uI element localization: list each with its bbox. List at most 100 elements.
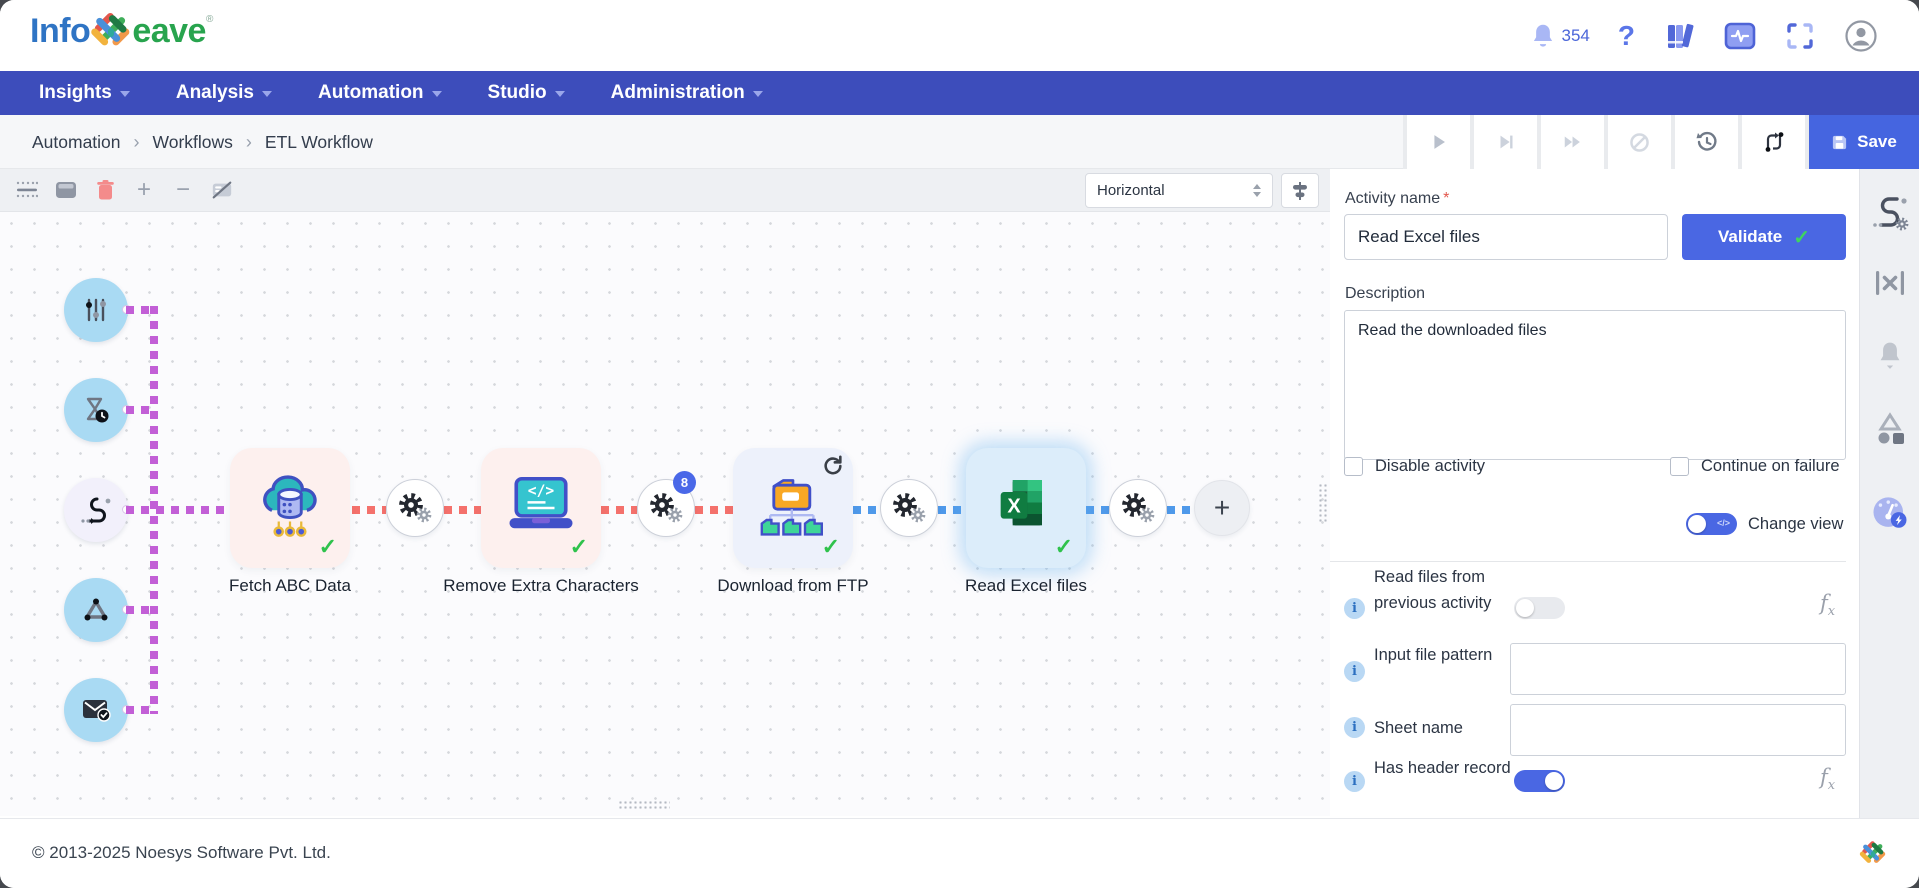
connector-settings-4[interactable]: [1109, 479, 1167, 537]
run-history-button[interactable]: [1675, 115, 1738, 169]
snap-to-grid-button[interactable]: [16, 179, 38, 201]
clear-activity-button[interactable]: [1870, 263, 1910, 303]
nav-automation[interactable]: Automation: [318, 82, 442, 104]
compare-versions-button[interactable]: [1742, 115, 1805, 169]
canvas-scroll-handle[interactable]: [618, 800, 670, 811]
disable-activity-label: Disable activity: [1375, 457, 1485, 476]
nav-analysis[interactable]: Analysis: [176, 82, 272, 104]
info-icon[interactable]: i: [1344, 771, 1365, 792]
breadcrumb-row: Automation › Workflows › ETL Workflow: [0, 115, 1919, 169]
nav-insights[interactable]: Insights: [39, 82, 130, 104]
crumb-workflows[interactable]: Workflows: [153, 132, 233, 153]
activity-notifications-button[interactable]: [1870, 337, 1910, 377]
system-status-icon[interactable]: [1723, 21, 1757, 51]
valid-check-icon: ✓: [570, 534, 588, 560]
node-download-from-ftp[interactable]: ✓: [733, 448, 853, 568]
cloud-database-icon: [254, 472, 326, 544]
cancel-run-button[interactable]: [1608, 115, 1671, 169]
continue-on-failure-checkbox[interactable]: [1670, 457, 1689, 476]
notifications-button[interactable]: 354: [1528, 21, 1590, 51]
has-header-record-toggle[interactable]: [1514, 770, 1565, 792]
main-nav: Insights Analysis Automation Studio Admi…: [0, 71, 1919, 115]
valid-check-icon: ✓: [319, 534, 337, 560]
validate-button[interactable]: Validate ✓: [1682, 214, 1846, 260]
preview-off-icon: [211, 180, 233, 200]
node-remove-extra-characters[interactable]: </> ✓: [481, 448, 601, 568]
fx-formula-icon[interactable]: fx: [1820, 591, 1835, 619]
sheet-name-input[interactable]: [1510, 704, 1846, 756]
parameters-icon: [81, 295, 111, 325]
zoom-out-button[interactable]: −: [172, 179, 194, 201]
fx-formula-icon[interactable]: fx: [1820, 765, 1835, 793]
logo-text-info: Info: [30, 12, 90, 51]
read-files-previous-toggle[interactable]: [1514, 597, 1565, 619]
save-button[interactable]: Save: [1809, 115, 1919, 169]
connector-purple: [126, 706, 153, 714]
auto-arrange-button[interactable]: [1281, 173, 1319, 208]
run-button[interactable]: [1407, 115, 1470, 169]
activity-name-input[interactable]: [1344, 214, 1668, 260]
node-read-excel-files[interactable]: X ✓: [966, 448, 1086, 568]
infoweave-logo[interactable]: Info eave ®: [30, 12, 213, 56]
connector-settings-1[interactable]: [386, 479, 444, 537]
logo-text-eave: eave: [132, 12, 206, 51]
connector-settings-3[interactable]: [880, 479, 938, 537]
palette-workflow-notifications[interactable]: [64, 678, 128, 742]
workflow-settings-button[interactable]: [1870, 193, 1910, 233]
orientation-select[interactable]: Horizontal: [1085, 173, 1273, 208]
workspace: + − Horizontal: [0, 169, 1919, 818]
hide-preview-button[interactable]: [211, 179, 233, 201]
connector-settings-2[interactable]: 8: [637, 479, 695, 537]
shapes-icon: [1873, 412, 1907, 446]
workflow-canvas[interactable]: ✓ Fetch ABC Data </> ✓ Remove Extra: [0, 212, 1330, 816]
change-view-toggle[interactable]: [1686, 513, 1737, 535]
palette-workflow-parameters[interactable]: [64, 278, 128, 342]
input-file-pattern-input[interactable]: [1510, 643, 1846, 695]
node-label: Download from FTP: [673, 576, 913, 596]
minimap-button[interactable]: [55, 179, 77, 201]
trash-icon: [96, 179, 115, 201]
palette-workflow-schedule[interactable]: [64, 378, 128, 442]
performance-gauge-button[interactable]: [1870, 493, 1910, 533]
delete-activity-button[interactable]: [94, 179, 116, 201]
crumb-automation[interactable]: Automation: [32, 132, 121, 153]
fullscreen-icon[interactable]: [1785, 21, 1815, 51]
add-activity-button[interactable]: +: [1194, 480, 1250, 536]
nav-administration[interactable]: Administration: [611, 82, 763, 104]
account-icon[interactable]: [1843, 18, 1879, 54]
info-icon[interactable]: i: [1344, 598, 1365, 619]
connector-blue: [938, 506, 966, 514]
workflow-settings-icon: [1871, 195, 1909, 231]
info-icon[interactable]: i: [1344, 661, 1365, 682]
info-icon[interactable]: i: [1344, 717, 1365, 738]
run-to-activity-button[interactable]: [1474, 115, 1537, 169]
valid-check-icon: ✓: [822, 534, 840, 560]
field-label-input-file-pattern: Input file pattern: [1374, 642, 1520, 668]
workflow-start-icon: [80, 495, 112, 525]
disable-activity-checkbox[interactable]: [1344, 457, 1363, 476]
fast-forward-button[interactable]: [1541, 115, 1604, 169]
help-button[interactable]: ?: [1618, 20, 1635, 52]
gear-icon: [667, 507, 683, 523]
node-label: Remove Extra Characters: [411, 576, 671, 596]
mail-check-icon: [81, 697, 111, 723]
zoom-in-button[interactable]: +: [133, 179, 155, 201]
node-label: Fetch ABC Data: [190, 576, 390, 596]
breadcrumb: Automation › Workflows › ETL Workflow: [32, 115, 373, 169]
breadcrumb-separator: ›: [134, 132, 140, 153]
activity-shapes-button[interactable]: [1870, 409, 1910, 449]
node-label: Read Excel files: [926, 576, 1126, 596]
node-fetch-abc-data[interactable]: ✓: [230, 448, 350, 568]
registered-mark: ®: [206, 14, 213, 25]
orientation-value: Horizontal: [1097, 182, 1165, 199]
valid-check-icon: ✓: [1055, 534, 1073, 560]
description-textarea[interactable]: Read the downloaded files: [1344, 310, 1846, 460]
palette-workflow-start[interactable]: [64, 478, 128, 542]
svg-text:</>: </>: [528, 483, 555, 500]
nav-studio[interactable]: Studio: [488, 82, 565, 104]
panel-resize-handle[interactable]: [1318, 483, 1329, 523]
palette-workflow-integrations[interactable]: [64, 578, 128, 642]
connector-blue: [853, 506, 880, 514]
library-icon[interactable]: [1663, 20, 1695, 52]
fast-forward-icon: [1561, 131, 1585, 153]
